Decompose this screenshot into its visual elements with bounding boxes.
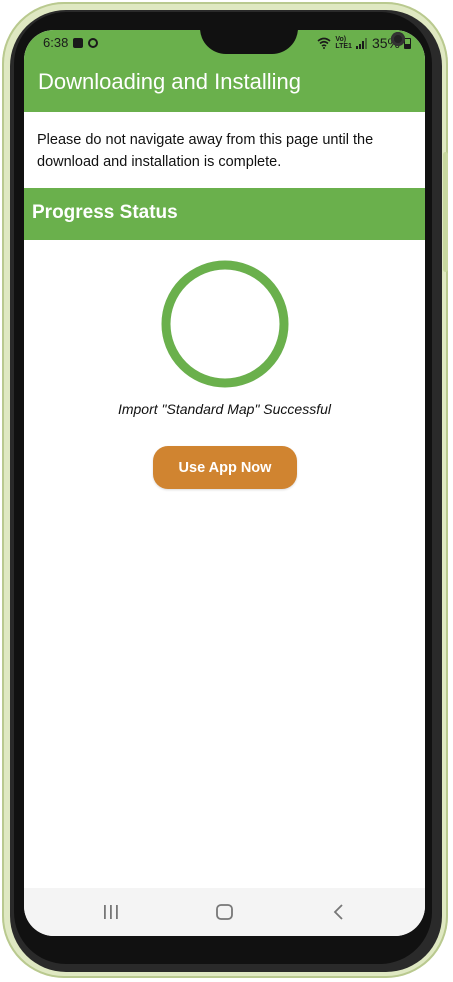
signal-icon xyxy=(355,37,367,49)
volte-indicator: Vo) LTE1 xyxy=(335,36,352,50)
notification-sync-icon xyxy=(88,37,99,48)
back-icon[interactable] xyxy=(327,902,351,922)
phone-side-button xyxy=(443,152,448,272)
app-header: Downloading and Installing xyxy=(24,56,425,112)
notice-text: Please do not navigate away from this pa… xyxy=(37,132,374,170)
progress-section-title: Progress Status xyxy=(32,202,178,223)
home-icon[interactable] xyxy=(213,902,237,922)
notification-check-icon xyxy=(73,37,84,48)
volte-label: Vo) xyxy=(335,36,347,43)
system-nav-bar xyxy=(24,888,425,936)
page-title: Downloading and Installing xyxy=(38,69,301,94)
device-screen: 6:38 Vo) LTE1 35% Downloading and Instal… xyxy=(24,30,425,936)
recent-apps-icon[interactable] xyxy=(99,902,123,922)
notice-panel: Please do not navigate away from this pa… xyxy=(24,112,425,188)
battery-icon xyxy=(404,37,411,49)
camera-notch xyxy=(200,30,405,54)
status-bar-left: 6:38 xyxy=(43,35,99,50)
wifi-icon xyxy=(317,37,331,49)
lte-label: LTE1 xyxy=(335,43,352,50)
use-app-now-button[interactable]: Use App Now xyxy=(153,446,297,489)
progress-ring-arc xyxy=(161,260,289,388)
status-time: 6:38 xyxy=(43,35,69,50)
progress-ring xyxy=(161,260,289,388)
camera-icon xyxy=(391,32,405,46)
progress-section-header: Progress Status xyxy=(24,188,425,240)
import-status-message: Import "Standard Map" Successful xyxy=(117,401,332,417)
